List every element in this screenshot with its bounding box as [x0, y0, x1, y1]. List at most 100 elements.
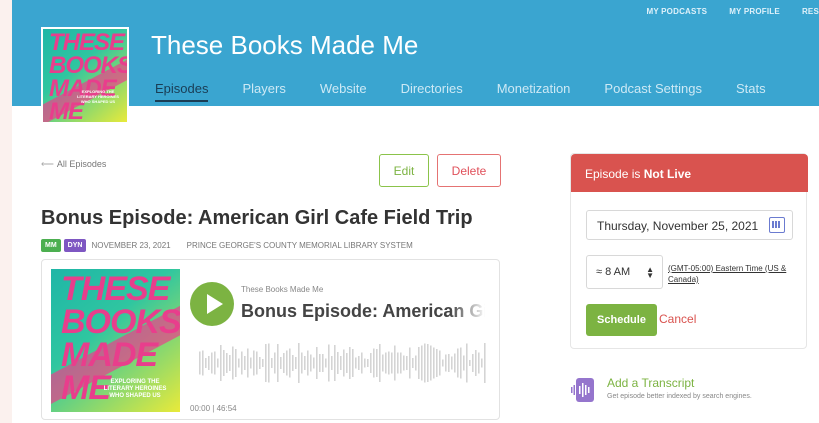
- cancel-link[interactable]: Cancel: [659, 312, 696, 326]
- waveform-bar: [271, 358, 273, 368]
- badge-mm: MM: [41, 239, 61, 252]
- tab-players[interactable]: Players: [242, 81, 285, 102]
- waveform-bar: [475, 350, 477, 376]
- waveform-bar: [388, 351, 390, 375]
- waveform-bar: [427, 344, 429, 382]
- waveform-bar: [385, 352, 387, 374]
- waveform-bar: [208, 356, 210, 370]
- waveform-bar: [307, 350, 309, 376]
- waveform-bar: [352, 349, 354, 377]
- waveform-bar: [217, 358, 219, 368]
- player-cover-art: THESE BOOKS MADE ME EXPLORING THE LITERA…: [51, 269, 180, 412]
- episode-title: Bonus Episode: American Girl Cafe Field …: [41, 207, 473, 229]
- player-episode-title: Bonus Episode: American Girl Cafe Field …: [241, 301, 485, 321]
- waveform-bar: [349, 347, 351, 379]
- resources-link[interactable]: RES: [802, 7, 819, 16]
- waveform-bar: [406, 356, 408, 370]
- waveform-bar: [340, 356, 342, 370]
- cover-word-1: THESE: [49, 29, 125, 56]
- all-episodes-link[interactable]: ⟵ All Episodes: [41, 159, 106, 170]
- waveform-bar: [235, 349, 237, 377]
- waveform-bar: [301, 352, 303, 374]
- waveform-bar: [478, 352, 480, 374]
- waveform-bar: [286, 350, 288, 376]
- waveform-bar: [448, 354, 450, 372]
- tab-stats[interactable]: Stats: [736, 81, 766, 102]
- waveform-bar: [412, 358, 414, 368]
- my-podcasts-link[interactable]: MY PODCASTS: [646, 7, 707, 16]
- waveform-bar: [469, 360, 471, 366]
- duration: 46:54: [216, 404, 237, 413]
- waveform-bar: [316, 347, 318, 379]
- player-cover-word-2: BOOKS: [61, 303, 180, 341]
- waveform-bar: [484, 343, 486, 383]
- tab-website[interactable]: Website: [320, 81, 367, 102]
- waveform-bar: [322, 354, 324, 372]
- waveform-bar: [394, 345, 396, 381]
- waveform-bar: [277, 344, 279, 382]
- waveform-bar: [457, 348, 459, 378]
- edit-button[interactable]: Edit: [379, 154, 429, 187]
- schedule-time-value: ≈ 8 AM: [596, 266, 631, 278]
- waveform[interactable]: [199, 339, 489, 387]
- waveform-bar: [361, 352, 363, 374]
- schedule-date-value: Thursday, November 25, 2021: [597, 219, 759, 233]
- tab-episodes[interactable]: Episodes: [155, 81, 209, 102]
- publish-panel: Episode is Not Live Thursday, November 2…: [570, 153, 808, 349]
- waveform-bar: [451, 356, 453, 370]
- tab-directories[interactable]: Directories: [401, 81, 463, 102]
- waveform-bar: [421, 345, 423, 381]
- delete-button[interactable]: Delete: [437, 154, 501, 187]
- timezone-link[interactable]: (GMT-05:00) Eastern Time (US & Canada): [668, 263, 788, 285]
- player-cover-subtitle: EXPLORING THE LITERARY HEROINES WHO SHAP…: [103, 379, 167, 399]
- waveform-bar: [436, 349, 438, 377]
- waveform-bar: [433, 347, 435, 379]
- waveform-bar: [454, 353, 456, 373]
- waveform-bar: [445, 354, 447, 372]
- waveform-bar: [199, 351, 201, 375]
- waveform-bar: [295, 357, 297, 369]
- waveform-bar: [253, 350, 255, 376]
- episode-date: NOVEMBER 23, 2021: [91, 241, 171, 250]
- waveform-bar: [376, 349, 378, 377]
- waveform-bar: [343, 349, 345, 377]
- select-caret-icon: ▲ ▼: [646, 265, 654, 280]
- waveform-bar: [241, 351, 243, 375]
- waveform-bar: [358, 356, 360, 370]
- waveform-bar: [460, 347, 462, 379]
- waveform-bar: [265, 344, 267, 382]
- podcast-title[interactable]: These Books Made Me: [151, 30, 418, 61]
- waveform-bar: [379, 344, 381, 382]
- waveform-bar: [244, 356, 246, 370]
- waveform-bar: [328, 344, 330, 382]
- player-show-name: These Books Made Me: [241, 285, 324, 294]
- my-profile-link[interactable]: MY PROFILE: [729, 7, 780, 16]
- waveform-bar: [442, 359, 444, 367]
- schedule-time-select[interactable]: ≈ 8 AM ▲ ▼: [586, 255, 663, 289]
- waveform-bar: [481, 358, 483, 368]
- podcast-cover-art[interactable]: THESE BOOKS MADE ME EXPLORING THE LITERA…: [41, 27, 129, 124]
- waveform-bar: [256, 351, 258, 375]
- waveform-bar: [397, 352, 399, 374]
- podcast-tabs: Episodes Players Website Directories Mon…: [155, 81, 800, 102]
- tab-monetization[interactable]: Monetization: [497, 81, 571, 102]
- waveform-bar: [268, 343, 270, 383]
- schedule-date-field[interactable]: Thursday, November 25, 2021: [586, 210, 793, 240]
- tab-podcast-settings[interactable]: Podcast Settings: [604, 81, 702, 102]
- waveform-bar: [202, 350, 204, 376]
- waveform-bar: [298, 343, 300, 383]
- waveform-bar: [232, 346, 234, 380]
- schedule-button[interactable]: Schedule: [586, 304, 657, 336]
- player-cover-word-1: THESE: [61, 270, 170, 308]
- waveform-bar: [214, 351, 216, 375]
- play-button[interactable]: [190, 282, 234, 326]
- transcript-icon[interactable]: [570, 377, 597, 405]
- add-transcript-link[interactable]: Add a Transcript: [607, 376, 694, 390]
- waveform-bar: [289, 348, 291, 378]
- waveform-bar: [310, 354, 312, 372]
- waveform-bar: [346, 353, 348, 373]
- waveform-bar: [238, 358, 240, 368]
- waveform-bar: [220, 345, 222, 381]
- waveform-bar: [364, 358, 366, 368]
- calendar-icon[interactable]: [769, 217, 785, 233]
